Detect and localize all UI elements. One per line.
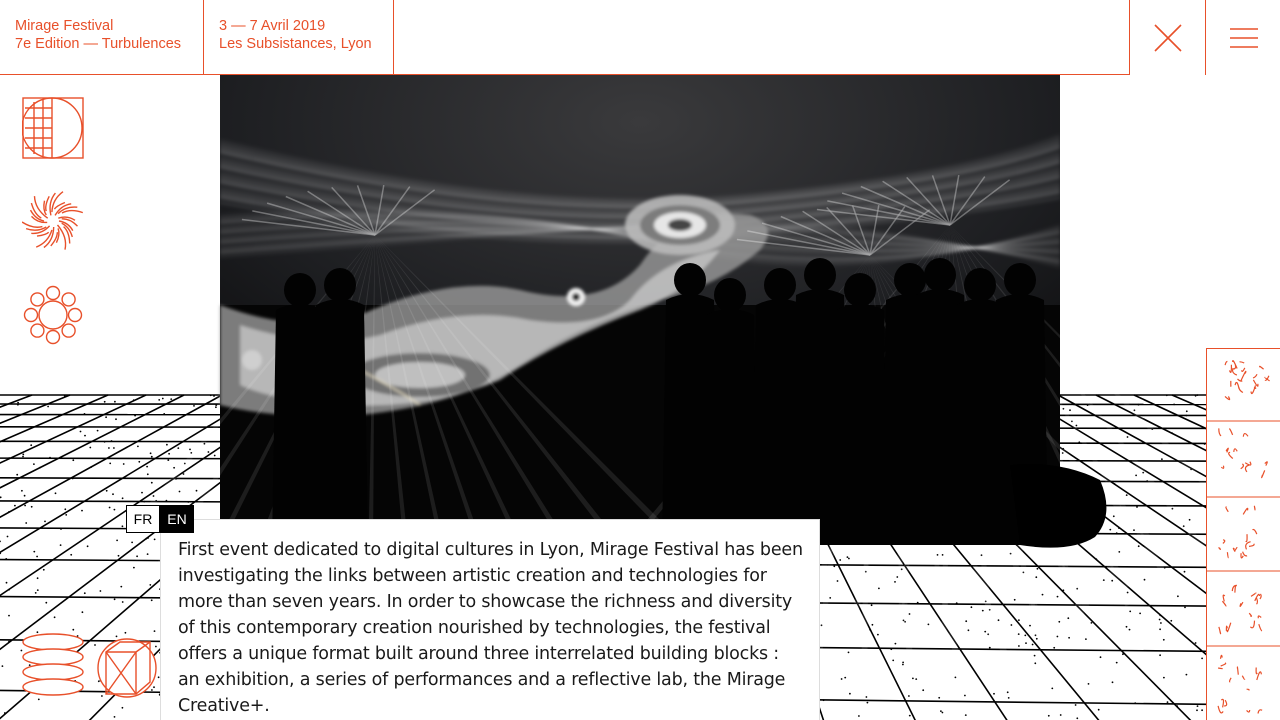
ring-of-circles-icon[interactable]: [22, 284, 84, 346]
hero-image: [104, 75, 1247, 675]
language-fr-button[interactable]: FR: [126, 505, 160, 533]
hamburger-icon: [1229, 27, 1258, 48]
close-icon: [1153, 23, 1182, 52]
close-button[interactable]: [1129, 0, 1205, 75]
menu-button[interactable]: [1205, 0, 1280, 75]
half-circle-grid-icon[interactable]: [22, 97, 84, 159]
artist-glyphs: [1207, 359, 1280, 714]
description-card: First event dedicated to digital culture…: [160, 519, 820, 720]
event-info: 3 — 7 Avril 2019 Les Subsistances, Lyon: [204, 0, 394, 75]
language-en-button[interactable]: EN: [160, 505, 194, 533]
festival-name[interactable]: Mirage Festival: [15, 17, 188, 35]
spiral-burst-icon[interactable]: [22, 190, 84, 252]
festival-description: First event dedicated to digital culture…: [178, 540, 803, 716]
stacked-ellipses-icon[interactable]: [20, 632, 86, 700]
festival-info[interactable]: Mirage Festival 7e Edition — Turbulences: [0, 0, 204, 75]
event-dates: 3 — 7 Avril 2019: [219, 18, 326, 34]
site-header: Mirage Festival 7e Edition — Turbulences…: [0, 0, 1280, 75]
event-venue: Les Subsistances, Lyon: [219, 36, 372, 52]
right-thumbnail-strip: [1206, 348, 1280, 720]
cube-circle-icon[interactable]: [96, 636, 158, 700]
festival-edition: 7e Edition — Turbulences: [15, 36, 182, 52]
